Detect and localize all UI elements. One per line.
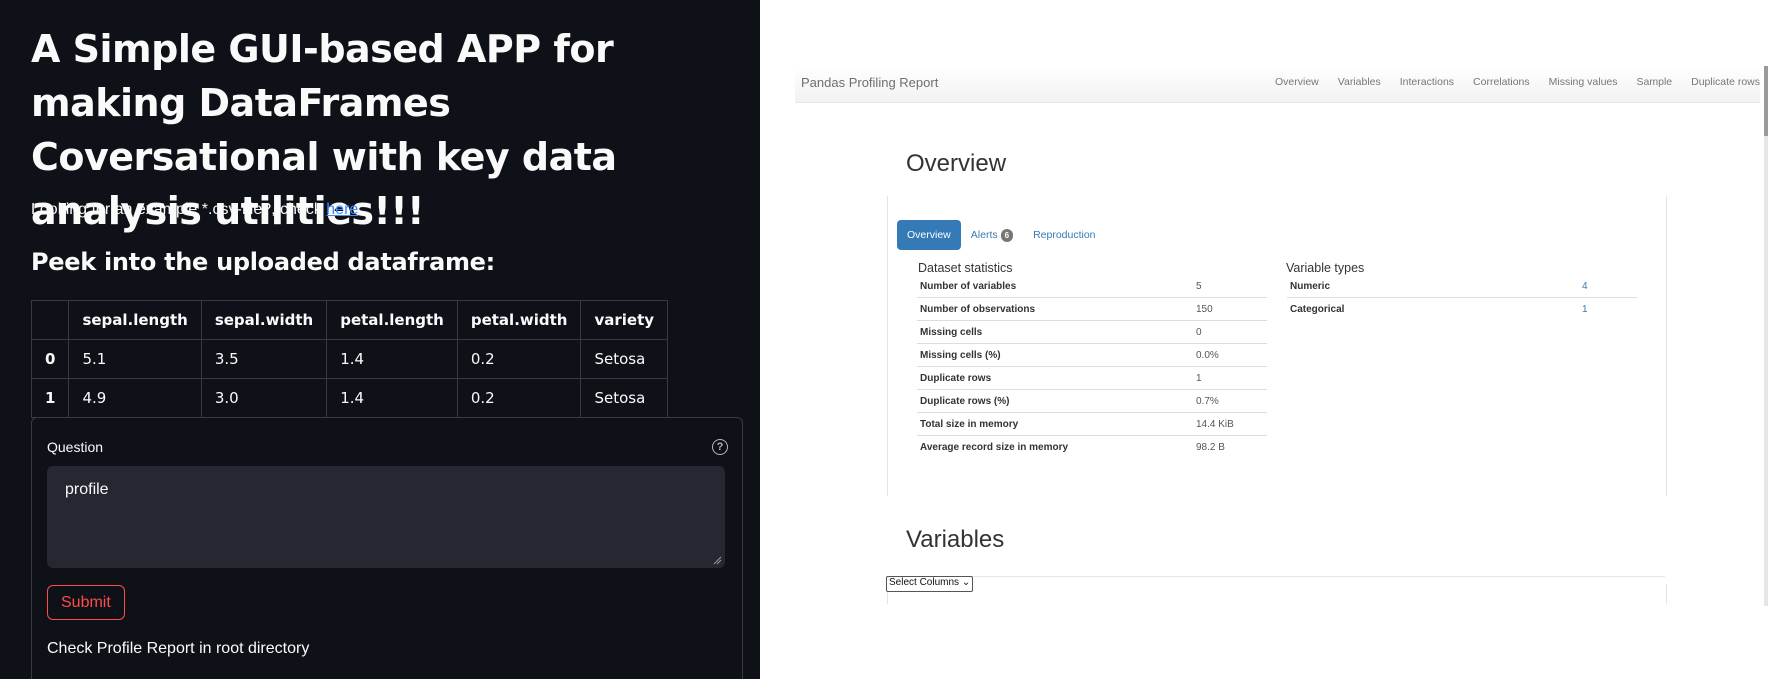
dataframe-table: sepal.length sepal.width petal.length pe… [30, 300, 669, 418]
table-row: Categorical 1 [1287, 298, 1637, 321]
nav-link-duplicate-rows[interactable]: Duplicate rows [1691, 76, 1760, 88]
question-form: Question ? Submit Check Profile Report i… [31, 417, 743, 679]
column-header-variety[interactable]: variety [580, 300, 669, 340]
variables-divider [887, 576, 1665, 577]
stat-key: Number of variables [917, 275, 1193, 298]
overview-tabs: Overview Alerts 6 Reproduction [897, 220, 1106, 250]
variables-section-title: Variables [906, 526, 1005, 553]
table-cell: 1.4 [326, 339, 458, 379]
stat-key: Average record size in memory [920, 441, 1069, 453]
table-row: Numeric 4 [1287, 275, 1637, 298]
dataset-statistics-title: Dataset statistics [918, 261, 1013, 275]
example-suffix-text: . [358, 201, 363, 218]
table-row: 0 5.1 3.5 1.4 0.2 Setosa [30, 339, 669, 379]
tab-reproduction[interactable]: Reproduction [1023, 220, 1105, 250]
stat-value: 0.0% [1193, 343, 1267, 367]
report-scrollbar[interactable] [1764, 66, 1768, 606]
example-prefix-text: Looking for an example *.csv-file?, chec… [31, 201, 327, 218]
nav-link-interactions[interactable]: Interactions [1400, 76, 1454, 88]
table-row: Total size in memory 14.4 KiB [917, 412, 1267, 436]
streamlit-app-panel: A Simple GUI-based APP for making DataFr… [0, 0, 760, 679]
table-cell: Setosa [580, 339, 669, 379]
stat-key: Missing cells [917, 320, 1193, 344]
table-cell: 0.2 [456, 378, 582, 418]
table-row: 1 4.9 3.0 1.4 0.2 Setosa [30, 378, 669, 418]
table-row: Missing cells (%) 0.0% [917, 343, 1267, 367]
tab-overview[interactable]: Overview [897, 220, 961, 250]
table-cell: Setosa [580, 378, 669, 418]
example-csv-line: Looking for an example *.csv-file?, chec… [31, 201, 363, 219]
column-header-sepal-length[interactable]: sepal.length [68, 300, 202, 340]
table-row: Duplicate rows 1 [917, 366, 1267, 390]
peek-dataframe-heading: Peek into the uploaded dataframe: [31, 248, 495, 276]
select-columns-dropdown[interactable]: Select Columns ⌄ [886, 576, 974, 592]
stat-value: 14.4 KiB [1193, 412, 1267, 436]
report-nav-links: Overview Variables Interactions Correlat… [1256, 76, 1760, 88]
table-cell: 3.5 [200, 339, 328, 379]
stat-value: 1 [1193, 366, 1267, 390]
table-cell: 1.4 [326, 378, 458, 418]
vartype-value: 4 [1579, 275, 1637, 298]
help-icon[interactable]: ? [712, 439, 728, 455]
column-header-sepal-width[interactable]: sepal.width [200, 300, 328, 340]
example-csv-link[interactable]: here [326, 201, 358, 218]
status-message: Check Profile Report in root directory [47, 640, 310, 657]
stat-value: 0 [1193, 320, 1267, 344]
nav-link-sample[interactable]: Sample [1637, 76, 1673, 88]
column-header-petal-length[interactable]: petal.length [326, 300, 458, 340]
variable-types-title: Variable types [1286, 261, 1365, 275]
table-row: Missing cells 0 [917, 320, 1267, 344]
stat-key: Missing cells (%) [917, 343, 1193, 367]
stat-key: Duplicate rows [917, 366, 1193, 390]
stat-value: 150 [1193, 297, 1267, 321]
alerts-count-badge: 6 [1000, 229, 1014, 242]
nav-link-overview[interactable]: Overview [1275, 76, 1319, 88]
vartype-value: 1 [1582, 303, 1588, 315]
table-row: Number of observations 150 [917, 297, 1267, 321]
stat-value: 98.2 B [1196, 441, 1225, 453]
submit-button[interactable]: Submit [47, 585, 125, 620]
stat-key: Total size in memory [917, 412, 1193, 436]
overview-section-title: Overview [906, 150, 1007, 177]
dataset-statistics-table: Number of variables 5 Number of observati… [917, 275, 1267, 458]
row-index-cell: 1 [30, 378, 70, 418]
resize-handle-icon[interactable] [712, 555, 722, 565]
select-columns-label: Select Columns [889, 577, 960, 588]
column-header-petal-width[interactable]: petal.width [456, 300, 582, 340]
variable-types-table: Numeric 4 Categorical 1 [1287, 275, 1637, 320]
table-cell: 4.9 [68, 378, 202, 418]
stat-value: 5 [1193, 275, 1267, 298]
report-brand[interactable]: Pandas Profiling Report [801, 75, 938, 90]
report-scrollbar-thumb[interactable] [1764, 66, 1768, 136]
row-index-cell: 0 [30, 339, 70, 379]
stat-key: Number of observations [917, 297, 1193, 321]
table-cell: 3.0 [200, 378, 328, 418]
table-row: Number of variables 5 [917, 275, 1267, 298]
chevron-down-icon: ⌄ [961, 577, 971, 588]
profiling-report-panel: Pandas Profiling Report Overview Variabl… [795, 66, 1765, 606]
stat-value: 0.7% [1193, 389, 1267, 413]
question-input[interactable] [47, 466, 725, 568]
column-header-index[interactable] [30, 300, 70, 340]
stat-key: Duplicate rows (%) [917, 389, 1193, 413]
tab-alerts[interactable]: Alerts 6 [961, 220, 1023, 250]
vartype-key: Numeric [1287, 275, 1579, 298]
variables-box [887, 584, 1667, 604]
table-cell: 0.2 [456, 339, 582, 379]
table-row: Average record size in memory 98.2 B [917, 436, 1267, 459]
table-header-row: sepal.length sepal.width petal.length pe… [30, 300, 669, 340]
table-row: Duplicate rows (%) 0.7% [917, 389, 1267, 413]
tab-alerts-label: Alerts [970, 229, 998, 241]
question-label: Question [47, 439, 104, 455]
vartype-key: Categorical [1290, 303, 1345, 315]
table-cell: 5.1 [68, 339, 202, 379]
nav-link-missing-values[interactable]: Missing values [1549, 76, 1618, 88]
report-navbar: Pandas Profiling Report Overview Variabl… [795, 66, 1760, 103]
nav-link-variables[interactable]: Variables [1338, 76, 1381, 88]
nav-link-correlations[interactable]: Correlations [1473, 76, 1530, 88]
